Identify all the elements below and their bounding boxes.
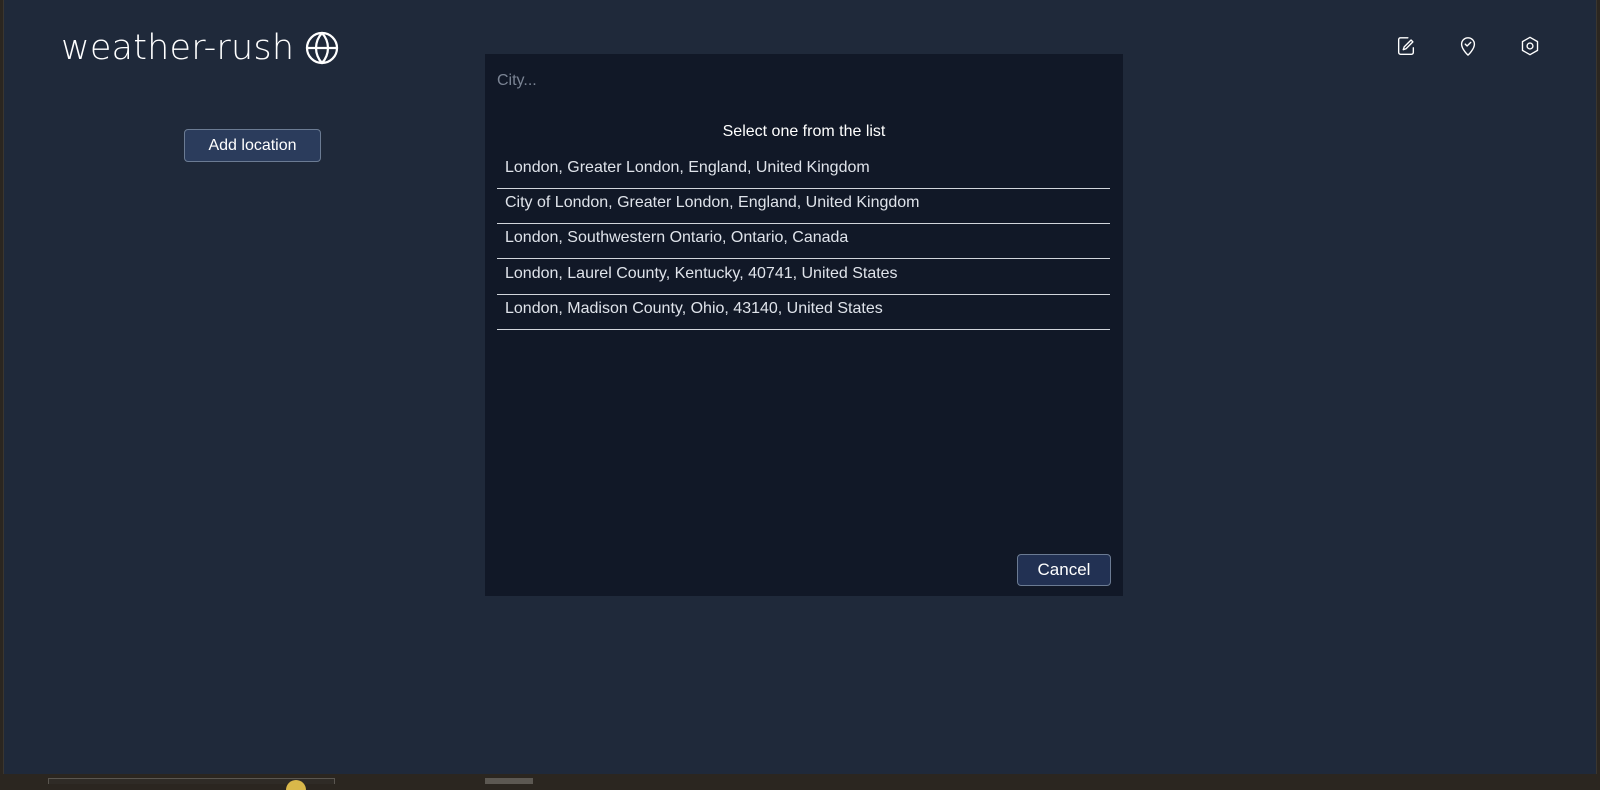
result-item[interactable]: London, Madison County, Ohio, 43140, Uni…: [497, 296, 1110, 330]
results-heading: Select one from the list: [722, 123, 886, 140]
result-item[interactable]: City of London, Greater London, England,…: [497, 190, 1110, 225]
edit-icon[interactable]: [1394, 34, 1418, 58]
app-title: weather-rush: [61, 28, 295, 68]
globe-icon: [304, 30, 340, 66]
result-item[interactable]: London, Greater London, England, United …: [497, 155, 1110, 189]
location-check-icon[interactable]: [1456, 34, 1480, 58]
header-actions: [1394, 34, 1542, 58]
result-item[interactable]: London, Southwestern Ontario, Ontario, C…: [497, 225, 1110, 260]
cancel-button[interactable]: Cancel: [1017, 554, 1111, 586]
results-list: London, Greater London, England, United …: [497, 155, 1110, 331]
app-window: weather-rush Add location City... Select…: [3, 0, 1597, 774]
taskbar-tab[interactable]: [485, 778, 533, 784]
add-location-button[interactable]: Add location: [184, 129, 321, 162]
city-search-input[interactable]: [497, 68, 1097, 94]
settings-icon[interactable]: [1518, 34, 1542, 58]
result-item[interactable]: London, Laurel County, Kentucky, 40741, …: [497, 261, 1110, 295]
app-brand: weather-rush: [61, 26, 340, 70]
location-search-panel: Select one from the list London, Greater…: [485, 54, 1123, 596]
